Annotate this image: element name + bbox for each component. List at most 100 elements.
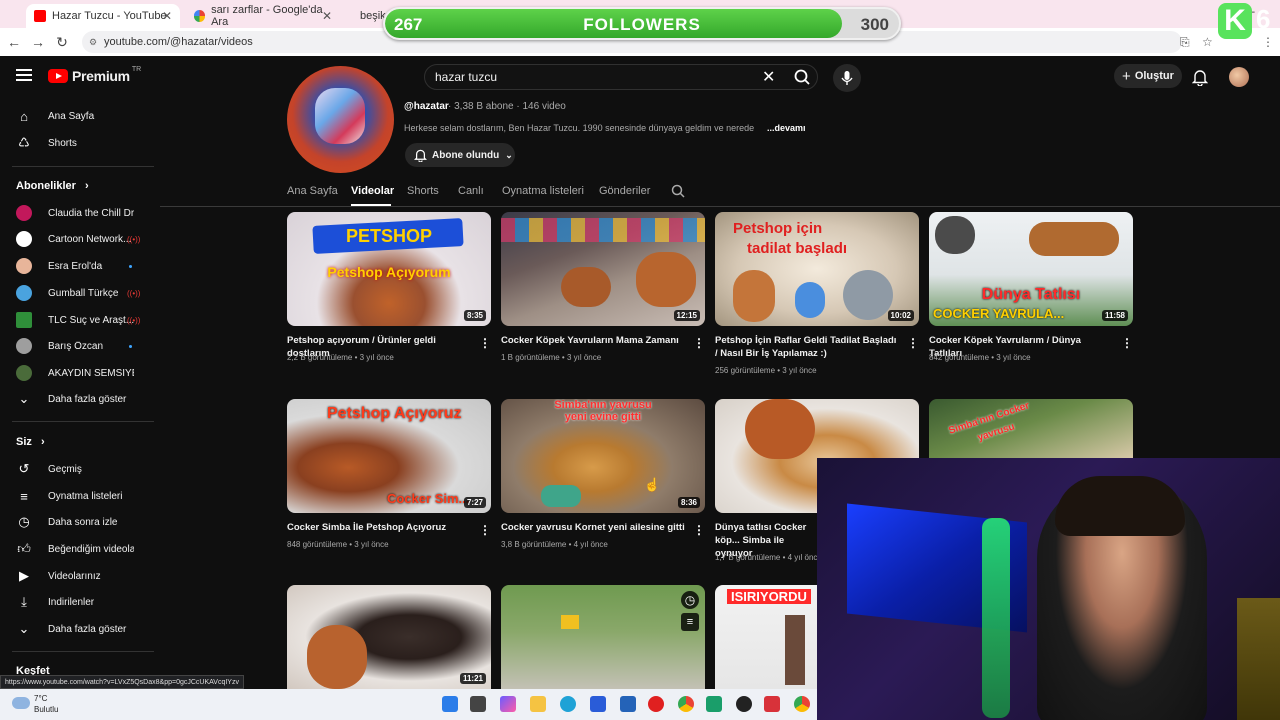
notifications-bell-icon[interactable]: [1192, 68, 1208, 86]
search-input[interactable]: hazar tuzcu: [424, 64, 818, 90]
video-thumbnail[interactable]: 11:21: [287, 585, 491, 689]
forward-icon[interactable]: →: [26, 34, 50, 50]
install-icon[interactable]: ⎘: [1180, 35, 1190, 50]
more-actions-icon[interactable]: ⋮: [479, 336, 491, 350]
start-icon[interactable]: [442, 696, 458, 712]
app-icon[interactable]: [706, 696, 722, 712]
site-info-icon[interactable]: ⚙: [89, 37, 97, 48]
tab-videos[interactable]: Videolar: [351, 185, 394, 197]
chrome-icon[interactable]: [794, 696, 810, 712]
video-card[interactable]: Petshop için tadilat başladı 10:02 Petsh…: [715, 212, 919, 382]
video-thumbnail[interactable]: Dünya Tatlısı COCKER YAVRULA... 11:58: [929, 212, 1133, 326]
sidebar-item-home[interactable]: ⌂ Ana Sayfa: [0, 103, 154, 129]
sidebar-item-subscription[interactable]: Esra Erol'da: [0, 253, 154, 279]
create-button[interactable]: + Oluştur: [1114, 64, 1182, 88]
watch-later-icon[interactable]: ◷: [681, 591, 699, 609]
tab-home[interactable]: Ana Sayfa: [287, 185, 338, 197]
store-icon[interactable]: [590, 696, 606, 712]
more-actions-icon[interactable]: ⋮: [907, 336, 919, 350]
video-thumbnail[interactable]: Simba'nın yavrusu yeni evine gitti ☝ 8:3…: [501, 399, 705, 513]
clear-search-icon[interactable]: ✕: [762, 67, 775, 87]
tab-posts[interactable]: Gönderiler: [599, 185, 650, 197]
sidebar-item-history[interactable]: ↺ Geçmiş: [0, 456, 154, 482]
sidebar-item-your-videos[interactable]: ▶ Videolarınız: [0, 563, 154, 589]
opera-icon[interactable]: [648, 696, 664, 712]
video-card[interactable]: Petshop Açıyoruz Cocker Sim... 7:27 Cock…: [287, 399, 491, 569]
close-tab-icon[interactable]: ✕: [322, 9, 332, 23]
tab-live[interactable]: Canlı: [458, 185, 484, 197]
video-card[interactable]: 12:15 Cocker Köpek Yavruların Mama Zaman…: [501, 212, 705, 382]
more-actions-icon[interactable]: ⋮: [693, 523, 705, 537]
account-avatar[interactable]: [1229, 67, 1249, 87]
menu-icon[interactable]: [16, 69, 32, 81]
sidebar-item-subscription[interactable]: Claudia the Chill Dr...: [0, 200, 154, 226]
search-button[interactable]: [788, 64, 818, 90]
video-card[interactable]: Simba'nın yavrusu yeni evine gitti ☝ 8:3…: [501, 399, 705, 569]
app-icon[interactable]: [764, 696, 780, 712]
video-thumbnail[interactable]: Simba'nın Cocker yavrusu: [929, 399, 1133, 459]
browser-tab-third[interactable]: beşik: [346, 4, 386, 28]
close-tab-icon[interactable]: ✕: [162, 9, 172, 23]
sidebar-item-subscription[interactable]: Barış Özcan: [0, 333, 154, 359]
subscribed-button[interactable]: Abone olundu ⌄: [405, 143, 515, 167]
you-header[interactable]: Siz ›: [16, 436, 45, 448]
thumbnail-text: Petshop için: [733, 220, 823, 237]
subscriptions-header[interactable]: Abonelikler ›: [16, 180, 89, 192]
edge-icon[interactable]: [560, 696, 576, 712]
video-thumbnail[interactable]: 12:15: [501, 212, 705, 326]
sidebar-item-downloads[interactable]: ⤓ İndirilenler: [0, 589, 154, 615]
more-actions-icon[interactable]: ⋮: [1121, 336, 1133, 350]
sidebar-item-subscription[interactable]: Cartoon Network... ((•)): [0, 226, 154, 252]
video-title[interactable]: Cocker Simba İle Petshop Açıyoruz: [287, 521, 471, 534]
video-thumbnail[interactable]: Petshop için tadilat başladı 10:02: [715, 212, 919, 326]
search-taskbar-icon[interactable]: [470, 696, 486, 712]
thumbnail-text: Petshop Açıyorum: [327, 264, 451, 280]
video-card[interactable]: ◷ ≡: [501, 585, 705, 689]
browser-tab-google[interactable]: sarı zarflar - Google'da Ara ✕: [186, 4, 340, 28]
channel-handle[interactable]: @hazatar: [404, 101, 449, 112]
sidebar-item-watch-later[interactable]: ◷ Daha sonra izle: [0, 509, 154, 535]
tab-playlists[interactable]: Oynatma listeleri: [502, 185, 584, 197]
video-thumbnail[interactable]: ◷ ≡: [501, 585, 705, 689]
channel-avatar-large[interactable]: [287, 66, 394, 173]
more-actions-icon[interactable]: ⋮: [693, 336, 705, 350]
show-more-subscriptions[interactable]: ⌄ Daha fazla göster: [0, 386, 154, 412]
youtube-premium-logo[interactable]: Premium TR: [48, 66, 141, 84]
sidebar-item-subscription[interactable]: AKAYDIN SEMSİYE: [0, 360, 154, 386]
playlists-icon: ≡: [20, 488, 28, 504]
show-more-you[interactable]: ⌄ Daha fazla göster: [0, 616, 154, 642]
video-card[interactable]: Simba'nın Cocker yavrusu: [929, 399, 1133, 459]
tab-shorts[interactable]: Shorts: [407, 185, 439, 197]
back-icon[interactable]: ←: [2, 34, 26, 50]
channel-search-icon[interactable]: [670, 183, 686, 199]
bookmark-star-icon[interactable]: ☆: [1202, 35, 1213, 49]
video-title[interactable]: Cocker yavrusu Kornet yeni ailesine gitt…: [501, 521, 685, 534]
sidebar-item-shorts[interactable]: ♺ Shorts: [0, 130, 154, 156]
video-thumbnail[interactable]: PETSHOP Petshop Açıyorum 8:35: [287, 212, 491, 326]
sidebar-item-subscription[interactable]: Gumball Türkçe ((•)): [0, 280, 154, 306]
more-actions-icon[interactable]: ⋮: [479, 523, 491, 537]
copilot-icon[interactable]: [500, 696, 516, 712]
video-card[interactable]: Dünya Tatlısı COCKER YAVRULA... 11:58 Co…: [929, 212, 1133, 382]
add-to-queue-icon[interactable]: ≡: [681, 613, 699, 631]
video-thumbnail[interactable]: Petshop Açıyoruz Cocker Sim... 7:27: [287, 399, 491, 513]
video-card[interactable]: 11:21: [287, 585, 491, 689]
video-title[interactable]: Cocker Köpek Yavruların Mama Zamanı: [501, 334, 685, 347]
description-more-link[interactable]: ...devamı: [767, 123, 806, 133]
sidebar-item-liked[interactable]: 👍︎ Beğendiğim videolar: [0, 536, 154, 562]
video-title[interactable]: Petshop İçin Raflar Geldi Tadilat Başlad…: [715, 334, 899, 360]
sidebar-item-subscription[interactable]: TLC Suç ve Araşt... ((•)): [0, 307, 154, 333]
browser-tab-youtube[interactable]: Hazar Tuzcu - YouTube ✕: [26, 4, 180, 28]
browser-menu-icon[interactable]: ⋮: [1262, 35, 1274, 49]
voice-search-button[interactable]: [833, 64, 861, 92]
channel-meta: · 3,38 B abone · 146 video: [448, 101, 566, 112]
file-explorer-icon[interactable]: [530, 696, 546, 712]
youtube-favicon-icon: [34, 10, 46, 22]
sidebar-item-playlists[interactable]: ≡ Oynatma listeleri: [0, 483, 154, 509]
app-icon[interactable]: [620, 696, 636, 712]
app-icon[interactable]: [736, 696, 752, 712]
reload-icon[interactable]: ↻: [50, 34, 74, 51]
cloud-icon[interactable]: [12, 697, 30, 709]
video-card[interactable]: PETSHOP Petshop Açıyorum 8:35 Petshop aç…: [287, 212, 491, 382]
chrome-icon[interactable]: [678, 696, 694, 712]
